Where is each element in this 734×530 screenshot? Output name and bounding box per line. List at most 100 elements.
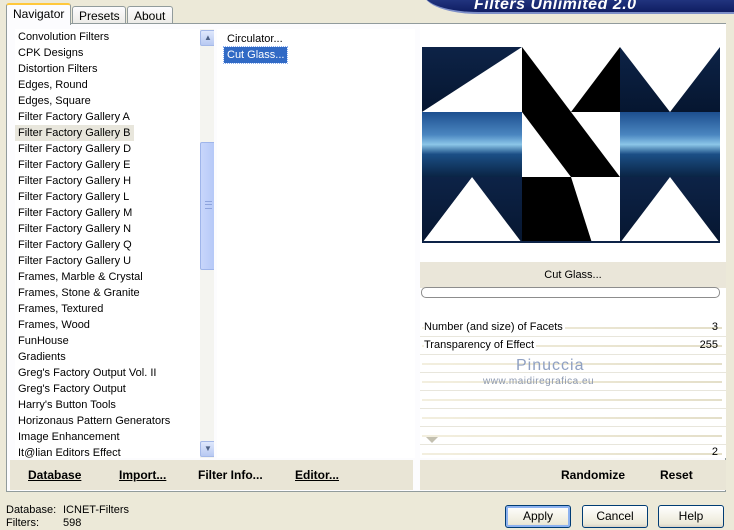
category-row: Filter Factory Gallery H xyxy=(15,173,214,189)
category-item[interactable]: Frames, Marble & Crystal xyxy=(15,269,143,285)
category-row: Filter Factory Gallery D xyxy=(15,141,214,157)
reset-button[interactable]: Reset xyxy=(660,468,693,482)
category-item[interactable]: Frames, Textured xyxy=(15,301,103,317)
category-row: Filter Factory Gallery A xyxy=(15,109,214,125)
category-row: Horizonaus Pattern Generators xyxy=(15,413,214,429)
category-item[interactable]: Filter Factory Gallery L xyxy=(15,189,129,205)
parameter-list: Number (and size) of Facets 3 Transparen… xyxy=(420,319,726,463)
category-row: It@lian Editors Effect xyxy=(15,445,214,458)
category-item[interactable]: Edges, Round xyxy=(15,77,88,93)
tab-navigator[interactable]: Navigator xyxy=(6,3,71,25)
parameter-row-empty[interactable] xyxy=(420,427,726,445)
help-button[interactable]: Help xyxy=(658,505,724,528)
navigator-panel: Convolution Filters CPK Designs Distortion… xyxy=(6,23,726,492)
category-item[interactable]: Filter Factory Gallery U xyxy=(15,253,131,269)
category-item[interactable]: Convolution Filters xyxy=(15,29,109,45)
scroll-up-icon[interactable]: ▲ xyxy=(200,30,214,46)
category-row: Greg's Factory Output Vol. II xyxy=(15,365,214,381)
category-scrollbar[interactable]: ▲ ▼ xyxy=(200,29,214,458)
database-status-label: Database: xyxy=(6,504,57,516)
category-row: CPK Designs xyxy=(15,45,214,61)
app-banner: Filters Unlimited 2.0 xyxy=(424,0,734,14)
parameter-row[interactable]: Number (and size) of Facets 3 xyxy=(420,319,726,337)
category-row: Filter Factory Gallery U xyxy=(15,253,214,269)
preview-image xyxy=(422,47,720,243)
category-row: Gradients xyxy=(15,349,214,365)
category-item[interactable]: Greg's Factory Output xyxy=(15,381,126,397)
category-item[interactable]: Harry's Button Tools xyxy=(15,397,116,413)
preview-area: Cut Glass... Number (and size) of Facets… xyxy=(420,24,726,463)
import-button[interactable]: Import... xyxy=(119,468,166,482)
category-row: Edges, Square xyxy=(15,93,214,109)
category-row: Filter Factory Gallery M xyxy=(15,205,214,221)
grip-icon xyxy=(205,201,212,209)
editor-button[interactable]: Editor... xyxy=(295,468,339,482)
list-button-bar: Database Import... Filter Info... Editor… xyxy=(10,460,413,490)
slider-track[interactable] xyxy=(422,435,722,437)
randomize-button[interactable]: Randomize xyxy=(561,468,625,482)
tab-about[interactable]: About xyxy=(127,6,173,24)
cancel-button[interactable]: Cancel xyxy=(582,505,648,528)
category-item[interactable]: Frames, Stone & Granite xyxy=(15,285,140,301)
parameter-row[interactable]: Transparency of Effect 255 xyxy=(420,337,726,355)
scroll-thumb[interactable] xyxy=(200,142,214,270)
category-item[interactable]: Filter Factory Gallery B xyxy=(15,125,135,141)
parameter-name: Number (and size) of Facets xyxy=(424,321,565,333)
category-item[interactable]: Frames, Wood xyxy=(15,317,90,333)
category-row: Filter Factory Gallery N xyxy=(15,221,214,237)
category-row: Frames, Textured xyxy=(15,301,214,317)
category-row: Frames, Marble & Crystal xyxy=(15,269,214,285)
app-title: Filters Unlimited 2.0 xyxy=(474,0,637,13)
watermark-title: Pinuccia xyxy=(516,357,585,374)
filter-info-button[interactable]: Filter Info... xyxy=(198,468,263,482)
category-item[interactable]: Filter Factory Gallery H xyxy=(15,173,131,189)
category-row: Filter Factory Gallery E xyxy=(15,157,214,173)
category-row: Edges, Round xyxy=(15,77,214,93)
parameter-row-empty[interactable] xyxy=(420,391,726,409)
category-row: Filter Factory Gallery L xyxy=(15,189,214,205)
category-item[interactable]: Greg's Factory Output Vol. II xyxy=(15,365,156,381)
category-item[interactable]: Filter Factory Gallery N xyxy=(15,221,131,237)
slider-track[interactable] xyxy=(422,417,722,419)
category-list[interactable]: Convolution Filters CPK Designs Distortion… xyxy=(15,29,214,458)
category-item[interactable]: Filter Factory Gallery D xyxy=(15,141,131,157)
database-button[interactable]: Database xyxy=(28,468,81,482)
parameter-value: 255 xyxy=(699,339,718,351)
category-item[interactable]: Image Enhancement xyxy=(15,429,120,445)
category-item[interactable]: It@lian Editors Effect xyxy=(15,445,121,458)
filter-item[interactable]: Circulator... xyxy=(224,31,286,47)
category-row: Harry's Button Tools xyxy=(15,397,214,413)
slider-track[interactable] xyxy=(422,453,722,455)
filter-list[interactable]: Circulator... Cut Glass... xyxy=(217,29,415,458)
filters-status-label: Filters: xyxy=(6,517,39,529)
category-row: Distortion Filters xyxy=(15,61,214,77)
tab-presets[interactable]: Presets xyxy=(72,6,126,24)
category-item[interactable]: CPK Designs xyxy=(15,45,83,61)
filter-name-bar: Cut Glass... xyxy=(420,262,726,288)
scroll-down-icon[interactable]: ▼ xyxy=(200,441,214,457)
category-item[interactable]: Filter Factory Gallery A xyxy=(15,109,130,125)
filter-info-label: Filter Info... xyxy=(198,468,263,482)
editor-label: Editor... xyxy=(295,468,340,482)
apply-button[interactable]: Apply xyxy=(505,505,571,528)
parameter-value: 3 xyxy=(711,321,718,333)
cut-glass-preview xyxy=(422,47,720,243)
extra-parameter-value: 2 xyxy=(711,446,718,458)
import-label: Import... xyxy=(119,468,167,482)
preview-button-bar: Randomize Reset xyxy=(420,460,726,490)
category-item[interactable]: Edges, Square xyxy=(15,93,91,109)
database-status-value: ICNET-Filters xyxy=(63,504,129,516)
category-item[interactable]: Horizonaus Pattern Generators xyxy=(15,413,170,429)
category-item[interactable]: Distortion Filters xyxy=(15,61,97,77)
filters-status-value: 598 xyxy=(63,517,82,529)
filter-item[interactable]: Cut Glass... xyxy=(222,46,289,64)
category-item[interactable]: Filter Factory Gallery M xyxy=(15,205,132,221)
category-item[interactable]: Gradients xyxy=(15,349,75,365)
category-item[interactable]: FunHouse xyxy=(15,333,75,349)
category-row: Filter Factory Gallery Q xyxy=(15,237,214,253)
parameter-row-empty[interactable] xyxy=(420,409,726,427)
category-item[interactable]: Filter Factory Gallery E xyxy=(15,157,130,173)
category-item[interactable]: Filter Factory Gallery Q xyxy=(15,237,132,253)
filter-row: Cut Glass... xyxy=(217,46,415,64)
slider-track[interactable] xyxy=(422,399,722,401)
